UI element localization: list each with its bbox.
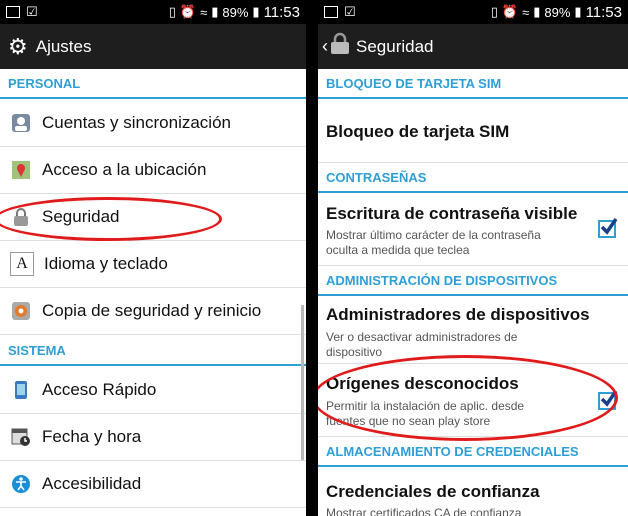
settings-item-title: Bloqueo de tarjeta SIM <box>326 122 510 141</box>
signal-icon: ▮ <box>211 4 219 19</box>
lock-icon <box>10 206 32 228</box>
accessibility-icon <box>10 473 32 495</box>
settings-item-date-time[interactable]: Fecha y hora <box>0 414 306 461</box>
clock: 11:53 <box>263 3 300 21</box>
security-screen: ☑ ▯ ⏰ ≈ ▮ 89% ▮ 11:53 ‹ Seguridad BLOQUE… <box>318 0 628 516</box>
signal-icon: ▮ <box>533 4 541 19</box>
settings-item-summary: Ver o desactivar administradores de disp… <box>326 330 518 359</box>
settings-item-accounts-sync[interactable]: Cuentas y sincronización <box>0 100 306 147</box>
unknown-sources-checkbox[interactable] <box>598 390 618 410</box>
settings-item-language-keyboard[interactable]: A Idioma y teclado <box>0 241 306 288</box>
settings-item-title: Orígenes desconocidos <box>326 374 519 393</box>
status-bar: ☑ ▯ ⏰ ≈ ▮ 89% ▮ 11:53 <box>0 0 306 24</box>
page-title: Seguridad <box>356 36 434 56</box>
section-header-passwords: CONTRASEÑAS <box>318 163 628 193</box>
vibrate-icon: ▯ <box>168 4 176 19</box>
settings-item-label: Cuentas y sincronización <box>42 113 231 132</box>
alarm-icon: ⏰ <box>501 4 519 19</box>
gallery-icon <box>6 6 20 18</box>
phone-icon <box>10 379 32 401</box>
battery-percent: 89% <box>222 4 249 20</box>
section-header-sim-lock: BLOQUEO DE TARJETA SIM <box>318 69 628 99</box>
settings-item-sim-lock[interactable]: Bloqueo de tarjeta SIM <box>318 100 628 163</box>
section-header-personal: PERSONAL <box>0 69 306 99</box>
settings-item-unknown-sources[interactable]: Orígenes desconocidos Permitir la instal… <box>318 364 628 437</box>
settings-item-security[interactable]: Seguridad <box>0 194 306 241</box>
settings-item-device-admins[interactable]: Administradores de dispositivos Ver o de… <box>318 297 628 364</box>
person-icon <box>10 112 32 134</box>
font-a-icon: A <box>10 252 34 276</box>
wifi-icon: ≈ <box>200 4 208 20</box>
action-bar[interactable]: ‹ Seguridad <box>318 24 628 69</box>
gear-icon: ⚙ <box>8 33 28 59</box>
scrollbar[interactable] <box>301 305 304 460</box>
settings-item-summary: Permitir la instalación de aplic. desde … <box>326 399 525 428</box>
page-title: Ajustes <box>35 36 92 56</box>
settings-item-label: Accesibilidad <box>42 474 142 493</box>
battery-icon: ▮ <box>574 4 582 19</box>
calendar-clock-icon <box>10 426 32 448</box>
clock: 11:53 <box>585 3 622 21</box>
gallery-icon <box>324 6 338 18</box>
vibrate-icon: ▯ <box>490 4 498 19</box>
settings-item-title: Administradores de dispositivos <box>326 305 590 324</box>
settings-item-label: Acceso Rápido <box>42 380 157 399</box>
wifi-icon: ≈ <box>522 4 530 20</box>
section-header-credential-storage: ALMACENAMIENTO DE CREDENCIALES <box>318 437 628 467</box>
settings-screen: ☑ ▯ ⏰ ≈ ▮ 89% ▮ 11:53 ⚙ Ajustes PERSONAL… <box>0 0 306 516</box>
backup-icon <box>10 300 32 322</box>
clipboard-icon: ☑ <box>26 4 38 19</box>
battery-icon: ▮ <box>252 4 260 19</box>
map-pin-icon <box>10 159 32 181</box>
settings-item-location[interactable]: Acceso a la ubicación <box>0 147 306 194</box>
settings-item-label: Fecha y hora <box>42 427 142 446</box>
action-bar: ⚙ Ajustes <box>0 24 306 69</box>
password-visible-checkbox[interactable] <box>598 218 618 238</box>
status-bar: ☑ ▯ ⏰ ≈ ▮ 89% ▮ 11:53 <box>318 0 628 24</box>
battery-percent: 89% <box>544 4 571 20</box>
settings-item-label: Copia de seguridad y reinicio <box>42 301 262 320</box>
settings-item-label: Seguridad <box>42 207 120 226</box>
section-header-system: SISTEMA <box>0 336 306 366</box>
settings-item-backup-reset[interactable]: Copia de seguridad y reinicio <box>0 288 306 335</box>
settings-item-summary: Mostrar último carácter de la contraseña… <box>326 228 541 257</box>
lock-icon <box>328 32 352 61</box>
settings-item-title: Escritura de contraseña visible <box>326 204 578 223</box>
settings-item-label: Acceso a la ubicación <box>42 160 207 179</box>
alarm-icon: ⏰ <box>179 4 197 19</box>
settings-item-accessibility[interactable]: Accesibilidad <box>0 461 306 508</box>
clipboard-icon: ☑ <box>344 4 356 19</box>
section-header-device-admin: ADMINISTRACIÓN DE DISPOSITIVOS <box>318 266 628 296</box>
settings-item-password-visible[interactable]: Escritura de contraseña visible Mostrar … <box>318 194 628 266</box>
settings-item-trusted-credentials[interactable]: Credenciales de confianza Mostrar certif… <box>318 468 628 516</box>
settings-item-quick-access[interactable]: Acceso Rápido <box>0 367 306 414</box>
settings-item-title: Credenciales de confianza <box>326 482 540 501</box>
settings-item-label: Idioma y teclado <box>44 254 168 273</box>
settings-item-summary: Mostrar certificados CA de confianza <box>326 506 522 516</box>
